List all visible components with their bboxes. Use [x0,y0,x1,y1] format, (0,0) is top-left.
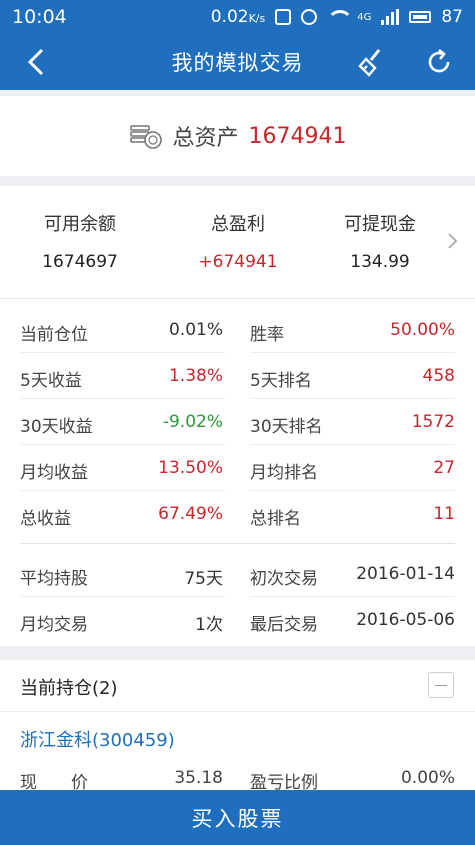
stats-row: 5天收益 1.38% 5天排名 458 [0,353,475,399]
buy-stock-button[interactable]: 买入股票 [0,790,475,845]
holdings-title: 当前持仓(2) [20,678,118,699]
status-time: 10:04 [12,6,67,28]
stats-row: 月均收益 13.50% 月均排名 27 [0,445,475,491]
coins-icon [129,125,162,149]
total-assets-label: 总资产 [172,126,239,151]
refresh-button[interactable] [421,44,457,80]
total-assets-value: 1674941 [248,123,347,149]
network-type: 4G [357,11,372,23]
chevron-left-icon [27,48,44,76]
wifi-icon [327,10,354,24]
clear-button[interactable] [354,44,390,80]
battery-level: 87 [441,7,463,27]
account-summary[interactable]: 可用余额 1674697 总盈利 +674941 可提现金 134.99 [0,186,475,298]
alarm-icon [301,9,318,25]
stats-row: 月均交易 1次 最后交易 2016-05-06 [20,610,455,635]
back-button[interactable] [18,44,54,80]
vibrate-icon [275,9,292,25]
available-balance: 可用余额 1674697 [42,214,118,272]
battery-icon [409,11,432,23]
stats-grid: 当前仓位 0.01% 胜率 50.00% 5天收益 1.38% 5天排名 458… [0,298,475,646]
divider [20,543,455,544]
network-speed: 0.02K/s [210,7,266,27]
stats-row: 总收益 67.49% 总排名 11 [20,504,455,529]
page-title: 我的模拟交易 [171,51,304,75]
price-value: 35.18 [174,768,223,788]
holdings-header: 当前持仓(2) [0,660,475,712]
profit-ratio-value: 0.00% [400,768,455,788]
status-icons: 0.02K/s 4G 87 [211,7,463,27]
refresh-icon [428,48,450,73]
stock-name-link[interactable]: 浙江金科(300459) [20,726,175,752]
chevron-right-icon[interactable] [444,230,460,252]
brush-icon [358,49,381,77]
stats-row: 当前仓位 0.01% 胜率 50.00% [0,307,475,353]
stats-row: 平均持股 75天 初次交易 2016-01-14 [0,551,475,597]
stats-row: 30天收益 -9.02% 30天排名 1572 [0,399,475,445]
signal-icon [381,9,400,25]
withdrawable-cash: 可提现金 134.99 [344,214,416,272]
app-header: 我的模拟交易 [0,34,475,90]
status-bar: 10:04 0.02K/s 4G 87 [0,0,475,34]
total-profit: 总盈利 +674941 [198,214,278,272]
collapse-button[interactable] [428,672,454,698]
total-assets: 总资产 1674941 [0,96,475,176]
